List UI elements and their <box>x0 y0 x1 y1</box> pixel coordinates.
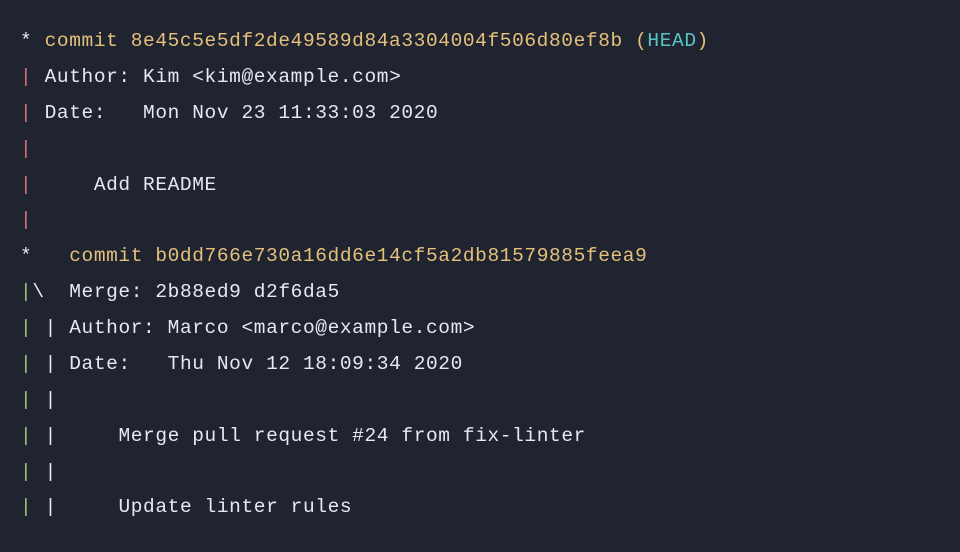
log-segment: * <box>20 30 45 52</box>
log-segment: | <box>20 209 32 231</box>
log-segment: | <box>45 389 57 411</box>
log-line: | <box>20 138 32 160</box>
log-segment <box>32 317 44 339</box>
log-line: | Add README <box>20 174 217 196</box>
log-segment: | <box>20 353 32 375</box>
log-segment: | <box>20 461 32 483</box>
log-line: * commit b0dd766e730a16dd6e14cf5a2db8157… <box>20 245 647 267</box>
log-line: | | Merge pull request #24 from fix-lint… <box>20 425 586 447</box>
log-segment: | <box>20 425 32 447</box>
log-line: | Date: Mon Nov 23 11:33:03 2020 <box>20 102 438 124</box>
log-segment: Add README <box>32 174 217 196</box>
log-segment: commit b0dd766e730a16dd6e14cf5a2db815798… <box>69 245 647 267</box>
log-segment: | <box>45 353 57 375</box>
log-segment: | <box>20 102 32 124</box>
log-segment: | <box>45 317 57 339</box>
log-line: | | <box>20 389 57 411</box>
log-segment: | <box>20 138 32 160</box>
log-segment: Author: Kim <kim@example.com> <box>32 66 401 88</box>
log-segment: | <box>20 281 32 303</box>
log-segment: HEAD <box>647 30 696 52</box>
log-line: * commit 8e45c5e5df2de49589d84a3304004f5… <box>20 30 709 52</box>
log-segment: | <box>20 174 32 196</box>
log-segment <box>32 389 44 411</box>
git-log-output: * commit 8e45c5e5df2de49589d84a3304004f5… <box>0 0 960 550</box>
log-segment: Date: Thu Nov 12 18:09:34 2020 <box>57 353 463 375</box>
log-line: | <box>20 209 32 231</box>
log-line: | Author: Kim <kim@example.com> <box>20 66 401 88</box>
log-line: | | Update linter rules <box>20 496 352 518</box>
log-line: |\ Merge: 2b88ed9 d2f6da5 <box>20 281 340 303</box>
log-segment <box>32 496 44 518</box>
log-segment: commit 8e45c5e5df2de49589d84a3304004f506… <box>45 30 623 52</box>
log-line: | | <box>20 461 57 483</box>
log-segment: | <box>20 66 32 88</box>
log-segment: \ <box>32 281 44 303</box>
log-segment: Merge pull request #24 from fix-linter <box>57 425 586 447</box>
log-segment: | <box>20 317 32 339</box>
log-segment: Update linter rules <box>57 496 352 518</box>
log-segment: | <box>45 461 57 483</box>
log-line: | | Date: Thu Nov 12 18:09:34 2020 <box>20 353 463 375</box>
log-segment: | <box>20 496 32 518</box>
log-segment: * <box>20 245 69 267</box>
log-segment <box>32 353 44 375</box>
log-segment: ) <box>697 30 709 52</box>
log-segment: Author: Marco <marco@example.com> <box>57 317 475 339</box>
log-segment: | <box>20 389 32 411</box>
log-segment: | <box>45 496 57 518</box>
log-segment: | <box>45 425 57 447</box>
log-segment: Merge: 2b88ed9 d2f6da5 <box>45 281 340 303</box>
log-segment: ( <box>623 30 648 52</box>
log-line: | | Author: Marco <marco@example.com> <box>20 317 475 339</box>
log-segment: Date: Mon Nov 23 11:33:03 2020 <box>32 102 438 124</box>
log-segment <box>32 425 44 447</box>
log-segment <box>32 461 44 483</box>
